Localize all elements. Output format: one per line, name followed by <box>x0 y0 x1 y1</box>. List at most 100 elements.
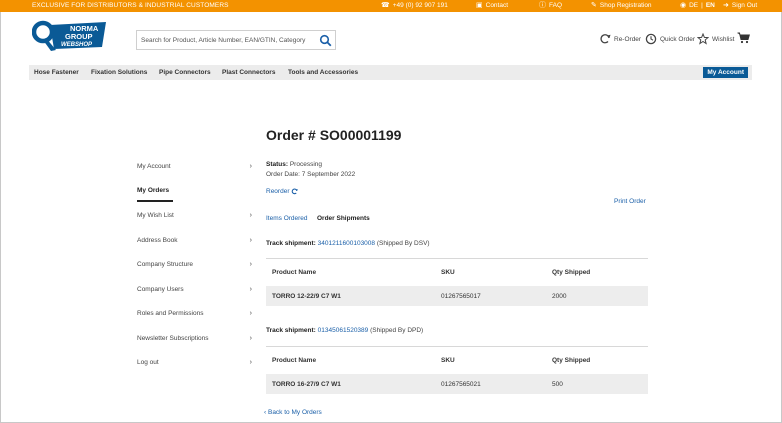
back-to-orders-label: Back to My Orders <box>267 409 322 416</box>
shipment-2-header: Track shipment: 01345061520389 (Shipped … <box>266 327 423 334</box>
lang-en[interactable]: EN <box>706 2 715 9</box>
shop-registration-label: Shop Registration <box>599 2 652 9</box>
chevron-right-icon: › <box>249 212 252 219</box>
status-value: Processing <box>289 161 322 168</box>
table-header: Product Name SKU Qty Shipped <box>266 346 648 374</box>
reorder-header-button[interactable]: Re-Order <box>599 33 641 45</box>
clock-icon <box>645 33 657 45</box>
active-item-underline <box>137 200 173 202</box>
logo-line-2: GROUP <box>65 32 93 41</box>
phone-link[interactable]: ☎ +49 (0) 92 907 191 <box>381 2 448 9</box>
nav-tools-accessories[interactable]: Tools and Accessories <box>288 69 358 76</box>
search-box <box>136 30 336 50</box>
phone-number: +49 (0) 92 907 191 <box>392 2 448 9</box>
column-qty-shipped: Qty Shipped <box>552 357 591 364</box>
tracking-number-link[interactable]: 3401211600103008 <box>318 240 375 247</box>
top-bar-tagline: EXCLUSIVE FOR DISTRIBUTORS & INDUSTRIAL … <box>32 2 229 9</box>
sidebar-item-my-account[interactable]: My Account › <box>137 163 252 175</box>
tab-order-shipments[interactable]: Order Shipments <box>317 215 370 222</box>
sku-cell: 01267565017 <box>441 293 481 300</box>
table-row: TORRO 16-27/9 C7 W1 01267565021 500 <box>266 374 648 394</box>
qty-cell: 2000 <box>552 293 567 300</box>
nav-pipe-connectors[interactable]: Pipe Connectors <box>159 69 211 76</box>
sku-cell: 01267565021 <box>441 381 481 388</box>
sidebar-item-label: Company Structure <box>137 261 193 268</box>
contact-label: Contact <box>485 2 509 9</box>
chat-icon: ▣ <box>476 2 483 9</box>
faq-label: FAQ <box>549 2 563 9</box>
chevron-right-icon: › <box>249 163 252 170</box>
norma-group-logo[interactable]: NORMA GROUP WEBSHOP <box>31 17 110 55</box>
sidebar-item-label: My Account <box>137 163 171 170</box>
sidebar-item-label: Newsletter Subscriptions <box>137 335 209 342</box>
reorder-link[interactable]: Reorder <box>266 188 299 195</box>
refresh-icon <box>600 34 611 44</box>
sidebar-item-newsletter[interactable]: Newsletter Subscriptions › <box>137 335 252 347</box>
logo-line-3: WEBSHOP <box>61 42 93 48</box>
sidebar-item-my-wish-list[interactable]: My Wish List › <box>137 212 252 224</box>
column-product-name: Product Name <box>272 269 317 276</box>
quick-order-button[interactable]: Quick Order <box>645 33 695 45</box>
column-product-name: Product Name <box>272 357 317 364</box>
phone-icon: ☎ <box>381 2 390 9</box>
sidebar-item-label: Address Book <box>137 237 178 244</box>
sidebar-item-my-orders[interactable]: My Orders <box>137 187 252 199</box>
nav-plast-connectors[interactable]: Plast Connectors <box>222 69 275 76</box>
carrier-label: (Shipped By DPD) <box>370 327 424 334</box>
sign-out-link[interactable]: ➜ Sign Out <box>723 2 757 9</box>
shipment-1-header: Track shipment: 3401211600103008 (Shippe… <box>266 240 430 247</box>
cart-button[interactable] <box>737 32 750 44</box>
column-qty-shipped: Qty Shipped <box>552 269 591 276</box>
column-sku: SKU <box>441 269 455 276</box>
qty-cell: 500 <box>552 381 563 388</box>
refresh-icon <box>292 188 299 195</box>
track-shipment-label: Track shipment: <box>266 327 316 334</box>
chevron-right-icon: › <box>249 237 252 244</box>
wishlist-button[interactable]: Wishlist <box>697 33 734 45</box>
sidebar-item-label: Log out <box>137 359 159 366</box>
sidebar-item-company-structure[interactable]: Company Structure › <box>137 261 252 273</box>
carrier-label: (Shipped By DSV) <box>376 240 430 247</box>
product-name-cell: TORRO 12-22/9 C7 W1 <box>272 293 341 300</box>
nav-hose-fastener[interactable]: Hose Fastener <box>34 69 79 76</box>
order-date: Order Date: 7 September 2022 <box>266 171 356 178</box>
tracking-number-link[interactable]: 01345061520389 <box>318 327 369 334</box>
faq-link[interactable]: ⓘ FAQ <box>539 2 562 9</box>
back-to-orders-link[interactable]: ‹ Back to My Orders <box>264 409 322 416</box>
shop-registration-link[interactable]: ✎ Shop Registration <box>591 2 652 9</box>
reorder-header-label: Re-Order <box>614 35 642 43</box>
track-shipment-label: Track shipment: <box>266 240 316 247</box>
tab-items-ordered[interactable]: Items Ordered <box>266 215 308 222</box>
chevron-right-icon: › <box>249 335 252 342</box>
sidebar-item-address-book[interactable]: Address Book › <box>137 237 252 249</box>
arrow-right-icon: ➜ <box>723 2 729 9</box>
search-input[interactable] <box>141 34 313 47</box>
top-bar: EXCLUSIVE FOR DISTRIBUTORS & INDUSTRIAL … <box>0 0 782 12</box>
sidebar-item-roles-permissions[interactable]: Roles and Permissions › <box>137 310 252 322</box>
column-sku: SKU <box>441 357 455 364</box>
shipment-1-table: Product Name SKU Qty Shipped TORRO 12-22… <box>266 258 648 306</box>
chevron-right-icon: › <box>249 261 252 268</box>
help-circle-icon: ⓘ <box>539 2 546 9</box>
chevron-right-icon: › <box>249 310 252 317</box>
print-order-link[interactable]: Print Order <box>614 198 646 205</box>
sidebar-item-label: My Wish List <box>137 212 174 219</box>
shipment-2-table: Product Name SKU Qty Shipped TORRO 16-27… <box>266 346 648 394</box>
lang-separator: | <box>701 2 703 9</box>
order-status: Status: Processing <box>266 161 322 168</box>
chevron-left-icon: ‹ <box>264 409 267 416</box>
cart-icon <box>737 32 750 44</box>
nav-fixation-solutions[interactable]: Fixation Solutions <box>91 69 147 76</box>
pencil-icon: ✎ <box>591 2 597 9</box>
sidebar-item-label: My Orders <box>137 187 170 194</box>
sidebar-item-company-users[interactable]: Company Users › <box>137 286 252 298</box>
search-icon[interactable] <box>319 34 332 47</box>
sidebar-item-log-out[interactable]: Log out › <box>137 359 252 371</box>
table-row: TORRO 12-22/9 C7 W1 01267565017 2000 <box>266 286 648 306</box>
page-title: Order # SO00001199 <box>266 127 402 143</box>
table-header: Product Name SKU Qty Shipped <box>266 258 648 286</box>
lang-de[interactable]: DE <box>689 2 698 9</box>
contact-link[interactable]: ▣ Contact <box>476 2 508 9</box>
my-account-button[interactable]: My Account <box>703 67 748 78</box>
sidebar-item-label: Roles and Permissions <box>137 310 204 317</box>
